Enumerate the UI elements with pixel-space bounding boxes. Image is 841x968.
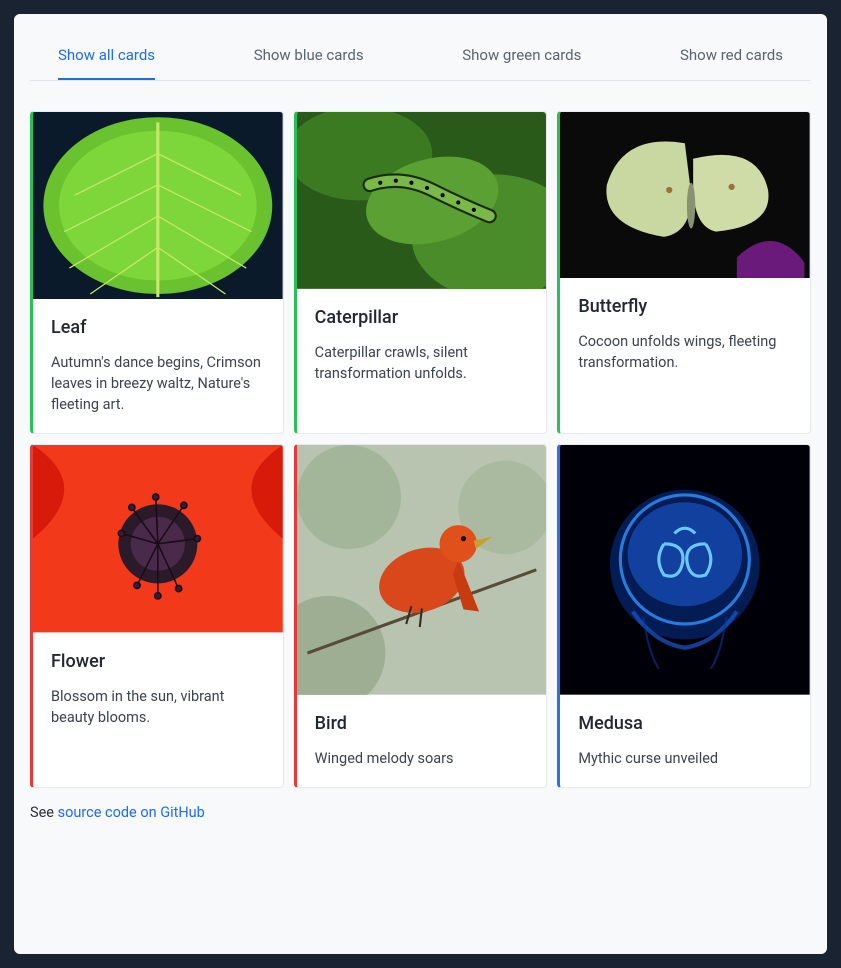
tab-show-green[interactable]: Show green cards [462,30,581,80]
card-bird[interactable]: Bird Winged melody soars [294,444,548,788]
card-description: Winged melody soars [315,748,529,769]
card-title: Butterfly [578,296,792,317]
card-title: Bird [315,713,529,734]
main-panel: Show all cards Show blue cards Show gree… [14,14,827,954]
card-description: Caterpillar crawls, silent transformatio… [315,342,529,384]
footer-text: See source code on GitHub [30,804,811,821]
card-title: Medusa [578,713,792,734]
card-body: Flower Blossom in the sun, vibrant beaut… [33,633,283,746]
bird-image [297,445,547,695]
card-description: Mythic curse unveiled [578,748,792,769]
card-body: Caterpillar Caterpillar crawls, silent t… [297,289,547,402]
card-flower[interactable]: Flower Blossom in the sun, vibrant beaut… [30,444,284,788]
tab-show-blue[interactable]: Show blue cards [254,30,364,80]
card-leaf[interactable]: Leaf Autumn's dance begins, Crimson leav… [30,111,284,434]
medusa-image [560,445,810,695]
card-title: Leaf [51,317,265,338]
caterpillar-image [297,112,547,289]
card-medusa[interactable]: Medusa Mythic curse unveiled [557,444,811,788]
card-body: Medusa Mythic curse unveiled [560,695,810,787]
tab-show-all[interactable]: Show all cards [58,30,155,80]
footer-prefix: See [30,804,58,821]
source-link[interactable]: source code on GitHub [58,804,205,821]
leaf-image [33,112,283,299]
card-description: Cocoon unfolds wings, fleeting transform… [578,331,792,373]
card-body: Bird Winged melody soars [297,695,547,787]
card-description: Autumn's dance begins, Crimson leaves in… [51,352,265,415]
tab-show-red[interactable]: Show red cards [680,30,783,80]
butterfly-image [560,112,810,278]
card-body: Leaf Autumn's dance begins, Crimson leav… [33,299,283,433]
tabs-container: Show all cards Show blue cards Show gree… [30,30,811,81]
cards-grid: Leaf Autumn's dance begins, Crimson leav… [30,111,811,788]
card-body: Butterfly Cocoon unfolds wings, fleeting… [560,278,810,391]
flower-image [33,445,283,632]
card-description: Blossom in the sun, vibrant beauty bloom… [51,686,265,728]
card-title: Flower [51,651,265,672]
card-title: Caterpillar [315,307,529,328]
card-butterfly[interactable]: Butterfly Cocoon unfolds wings, fleeting… [557,111,811,434]
card-caterpillar[interactable]: Caterpillar Caterpillar crawls, silent t… [294,111,548,434]
